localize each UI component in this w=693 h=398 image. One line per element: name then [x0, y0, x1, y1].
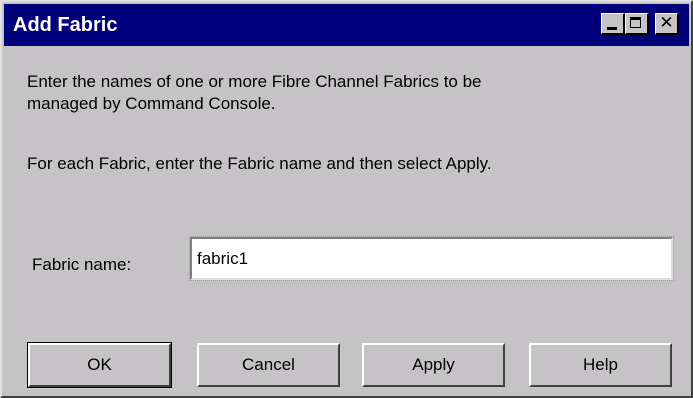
instruction-line-2: managed by Command Console.: [27, 94, 276, 113]
fabric-name-input[interactable]: [189, 236, 674, 281]
window-title: Add Fabric: [13, 14, 118, 36]
help-button[interactable]: Help: [529, 343, 672, 387]
instruction-line-1: Enter the names of one or more Fibre Cha…: [27, 72, 482, 91]
minimize-icon: [607, 27, 617, 30]
fabric-name-label: Fabric name:: [32, 255, 132, 274]
maximize-icon: [630, 17, 641, 28]
instruction-line-3: For each Fabric, enter the Fabric name a…: [27, 154, 492, 173]
cancel-button[interactable]: Cancel: [197, 343, 340, 387]
add-fabric-dialog: Add Fabric ✕ Enter the names of one or m…: [0, 0, 693, 398]
minimize-button[interactable]: [601, 13, 625, 35]
maximize-button[interactable]: [625, 13, 649, 35]
close-icon: ✕: [659, 13, 674, 33]
apply-button[interactable]: Apply: [362, 343, 505, 387]
close-button[interactable]: ✕: [655, 13, 679, 35]
title-bar[interactable]: Add Fabric ✕: [4, 4, 689, 46]
ok-button[interactable]: OK: [27, 342, 172, 388]
